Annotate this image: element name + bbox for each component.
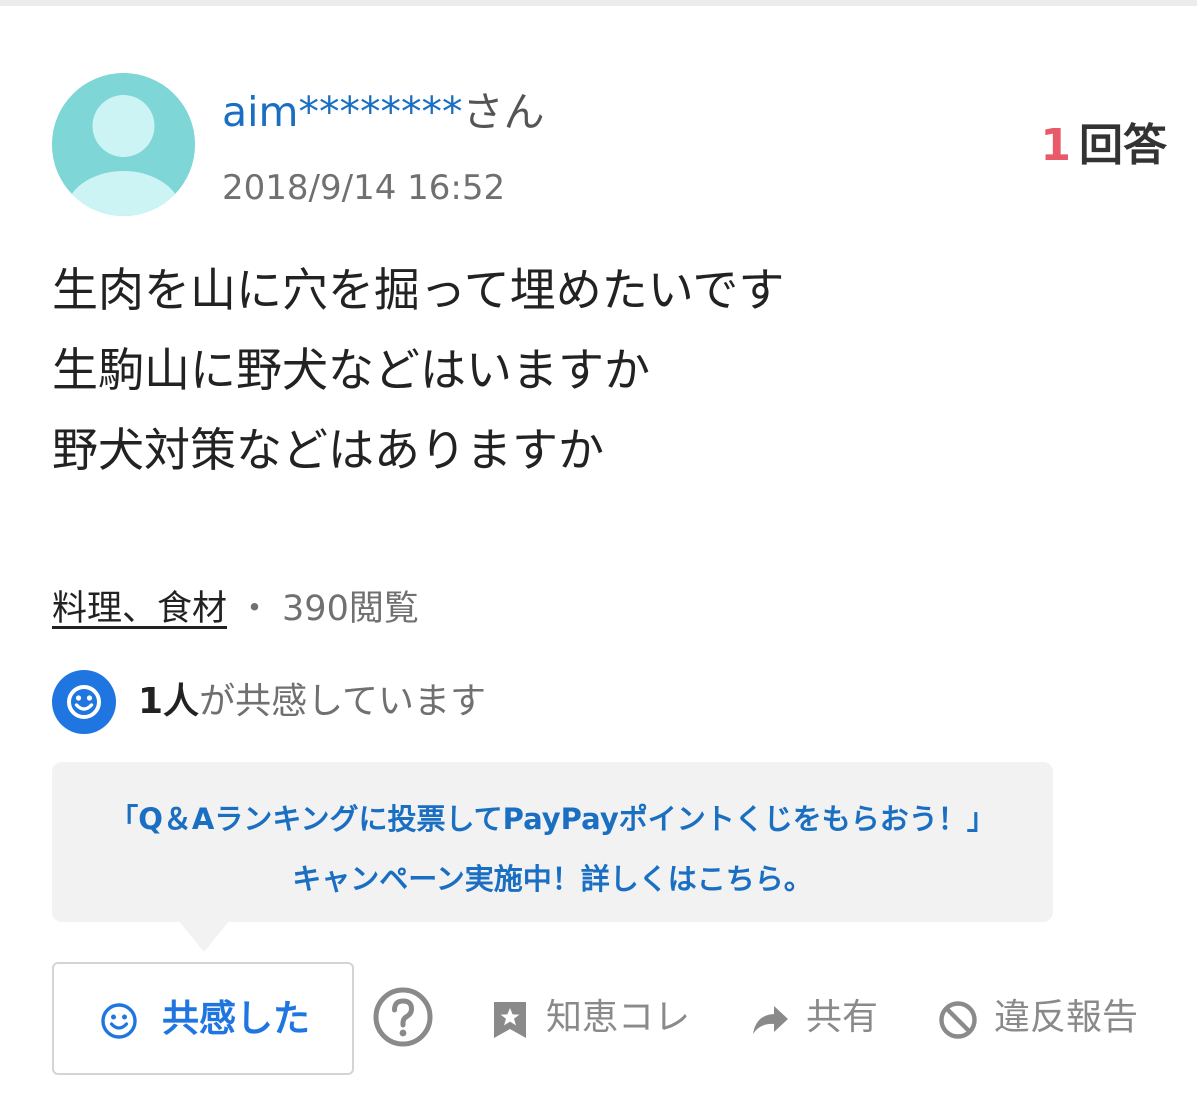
bookmark-star-icon bbox=[494, 1002, 526, 1038]
answer-count[interactable]: 1 回答 bbox=[1040, 120, 1167, 172]
share-button[interactable]: 共有 bbox=[750, 994, 900, 1044]
user-name[interactable]: aim********さん bbox=[222, 86, 544, 138]
category-link[interactable]: 料理、食材 bbox=[52, 589, 227, 629]
answer-count-number: 1 bbox=[1040, 120, 1071, 171]
question-meta: 料理、食材・ 390閲覧 bbox=[52, 585, 419, 633]
report-label: 違反報告 bbox=[994, 997, 1139, 1038]
campaign-banner[interactable]: 「Q＆Aランキングに投票してPayPayポイントくじをもらおう！」 キャンペーン… bbox=[52, 762, 1053, 922]
post-timestamp: 2018/9/14 16:52 bbox=[222, 168, 506, 208]
bookmark-label: 知恵コレ bbox=[546, 997, 691, 1038]
meta-separator: ・ bbox=[237, 589, 273, 629]
question-body: 生肉を山に穴を掘って埋めたいです 生駒山に野犬などはいますか 野犬対策などはあり… bbox=[52, 250, 1152, 490]
campaign-text-line[interactable]: 「Q＆Aランキングに投票してPayPayポイントくじをもらおう！」 bbox=[52, 799, 1053, 839]
smile-icon bbox=[101, 1003, 137, 1039]
campaign-text-line[interactable]: キャンペーン実施中！詳しくはこちら。 bbox=[52, 859, 1053, 899]
share-label: 共有 bbox=[806, 997, 879, 1038]
top-divider bbox=[0, 0, 1197, 6]
answer-count-label: 回答 bbox=[1079, 120, 1167, 171]
view-count: 390閲覧 bbox=[282, 589, 419, 629]
empathize-button-label: 共感した bbox=[162, 997, 310, 1040]
question-line: 生肉を山に穴を掘って埋めたいです bbox=[52, 263, 785, 317]
empathy-count: 1人 bbox=[138, 681, 200, 722]
campaign-banner-pointer bbox=[178, 920, 230, 952]
empathize-button[interactable]: 共感した bbox=[52, 962, 354, 1075]
smile-icon bbox=[52, 670, 116, 734]
share-arrow-icon bbox=[753, 1006, 788, 1034]
user-avatar-icon[interactable] bbox=[52, 73, 195, 216]
prohibited-icon bbox=[939, 1001, 977, 1039]
question-circle-icon[interactable] bbox=[372, 986, 434, 1048]
question-line: 生駒山に野犬などはいますか bbox=[52, 343, 650, 397]
user-id-link[interactable]: aim******** bbox=[222, 88, 462, 136]
report-button[interactable]: 違反報告 bbox=[938, 994, 1168, 1044]
empathy-text: 1人が共感しています bbox=[138, 678, 486, 726]
bookmark-button[interactable]: 知恵コレ bbox=[490, 994, 720, 1044]
question-line: 野犬対策などはありますか bbox=[52, 423, 604, 477]
user-honorific: さん bbox=[462, 88, 545, 136]
empathy-label: が共感しています bbox=[199, 681, 486, 722]
